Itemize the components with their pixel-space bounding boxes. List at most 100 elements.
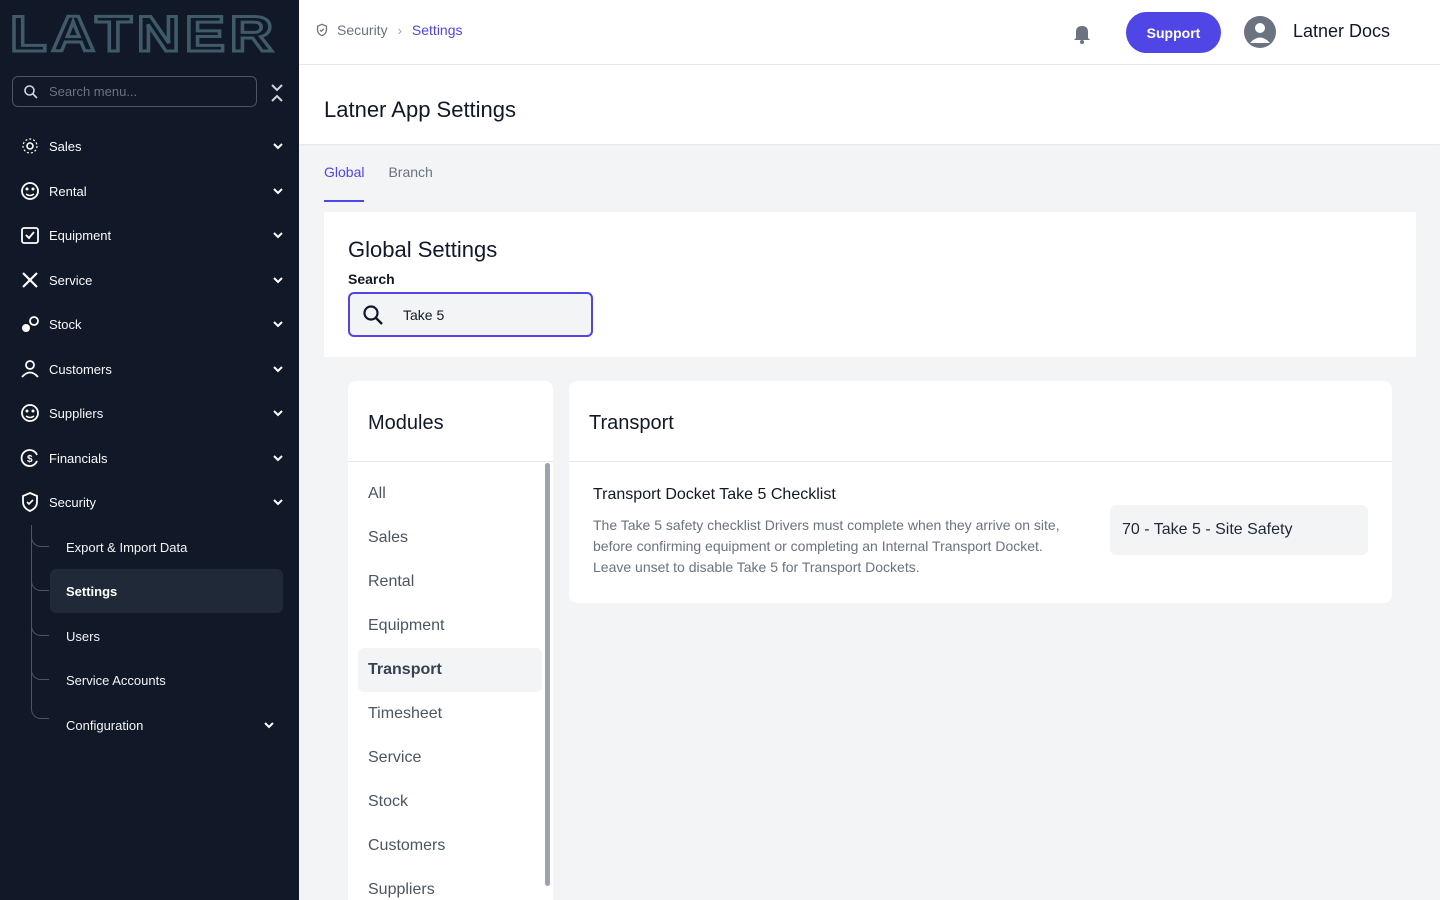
sidebar: LATNER Sales Rental Equipment Service St… [0,0,299,900]
equipment-icon [19,224,41,246]
page-header: Latner App Settings [299,65,1440,144]
svg-text:$: $ [27,454,33,465]
chevron-down-icon [273,499,283,506]
sidebar-item-financials[interactable]: $ Financials [10,438,290,478]
tree-branch [31,533,49,547]
module-item-equipment[interactable]: Equipment [358,604,542,648]
setting-value-select[interactable]: 70 - Take 5 - Site Safety [1110,505,1368,555]
sidebar-item-label: Customers [49,361,112,377]
divider [348,461,553,462]
setting-description: The Take 5 safety checklist Drivers must… [593,515,1093,578]
modules-card: Modules All Sales Rental Equipment Transport… [348,381,553,900]
page-title: Latner App Settings [324,97,517,122]
collapse-icon[interactable] [268,82,286,104]
financials-icon: $ [19,447,41,469]
menu-search[interactable] [12,76,257,107]
sidebar-item-label: Stock [49,316,82,332]
global-settings-card: Global Settings Search [324,212,1416,357]
sidebar-sub-label: Settings [66,583,118,599]
transport-title: Transport [589,412,674,434]
tree-branch [31,577,49,591]
sidebar-sub-label: Service Accounts [66,672,166,688]
tree-line [31,525,32,705]
breadcrumb-settings[interactable]: Settings [412,22,463,38]
global-settings-title: Global Settings [348,237,498,262]
sidebar-item-suppliers[interactable]: Suppliers [10,393,290,433]
search-label: Search [348,271,395,287]
sidebar-sub-export-import[interactable]: Export & Import Data [50,525,283,569]
user-name[interactable]: Latner Docs [1293,21,1390,42]
sidebar-sub-label: Export & Import Data [66,539,188,555]
scrollbar[interactable] [545,463,550,886]
setting-description-line: The Take 5 safety checklist Drivers must… [593,517,1060,533]
suppliers-icon [19,402,41,424]
module-item-sales[interactable]: Sales [358,516,542,560]
sidebar-sub-label: Configuration [66,717,144,733]
sidebar-item-stock[interactable]: Stock [10,304,290,344]
chevron-down-icon [273,188,283,195]
sidebar-item-label: Financials [49,450,108,466]
module-item-all[interactable]: All [358,472,542,516]
sidebar-sub-users[interactable]: Users [50,614,283,658]
module-item-customers[interactable]: Customers [358,824,542,868]
bell-icon[interactable] [1071,22,1093,44]
module-item-transport[interactable]: Transport [358,648,542,692]
latner-logo[interactable]: LATNER [10,10,280,54]
settings-tabs: Global Branch [324,164,457,202]
chevron-right-icon: › [397,22,402,38]
settings-search-input[interactable] [403,306,573,323]
setting-description-line: Leave unset to disable Take 5 for Transp… [593,559,920,575]
shield-icon [19,491,41,513]
sidebar-item-service[interactable]: Service [10,260,290,300]
search-icon [24,84,38,99]
sidebar-item-label: Equipment [49,227,112,243]
chevron-down-icon [273,232,283,239]
setting-description-line: before confirming equipment or completin… [593,538,1043,554]
tree-branch [31,705,49,719]
module-item-suppliers[interactable]: Suppliers [358,868,542,900]
module-item-rental[interactable]: Rental [358,560,542,604]
module-item-service[interactable]: Service [358,736,542,780]
chevron-down-icon [273,410,283,417]
rental-icon [19,180,41,202]
stock-icon [19,313,41,335]
menu-search-input[interactable] [49,84,239,99]
search-icon [363,304,383,325]
sidebar-item-rental[interactable]: Rental [10,171,290,211]
chevron-down-icon [273,277,283,284]
sidebar-item-equipment[interactable]: Equipment [10,215,290,255]
sidebar-item-label: Security [49,494,96,510]
chevron-down-icon [273,143,283,150]
settings-search[interactable] [348,292,593,337]
divider [569,461,1392,462]
transport-card: Transport Transport Docket Take 5 Checkl… [569,381,1392,603]
sidebar-item-label: Sales [49,138,82,154]
sidebar-sub-label: Users [66,628,100,644]
support-button[interactable]: Support [1126,12,1221,53]
sidebar-sub-configuration[interactable]: Configuration [50,703,283,747]
sidebar-sub-settings[interactable]: Settings [50,569,283,613]
shield-icon [316,23,328,37]
avatar[interactable] [1244,16,1276,48]
tab-branch[interactable]: Branch [388,164,432,202]
setting-name: Transport Docket Take 5 Checklist [593,486,836,503]
chevron-down-icon [273,366,283,373]
svg-text:LATNER: LATNER [10,10,278,54]
sidebar-item-security[interactable]: Security [10,482,290,522]
module-item-stock[interactable]: Stock [358,780,542,824]
sidebar-item-label: Suppliers [49,405,104,421]
tab-global[interactable]: Global [324,164,365,202]
breadcrumb-security[interactable]: Security [337,22,388,38]
tree-branch [31,666,49,680]
chevron-down-icon [264,722,274,729]
sidebar-sub-service-accounts[interactable]: Service Accounts [50,658,283,702]
sidebar-item-sales[interactable]: Sales [10,126,290,166]
tree-branch [31,622,49,636]
sidebar-item-customers[interactable]: Customers [10,349,290,389]
module-item-timesheet[interactable]: Timesheet [358,692,542,736]
sales-icon [19,135,41,157]
breadcrumb: Security › Settings [315,22,463,38]
customers-icon [19,358,41,380]
chevron-down-icon [273,455,283,462]
service-icon [19,269,41,291]
